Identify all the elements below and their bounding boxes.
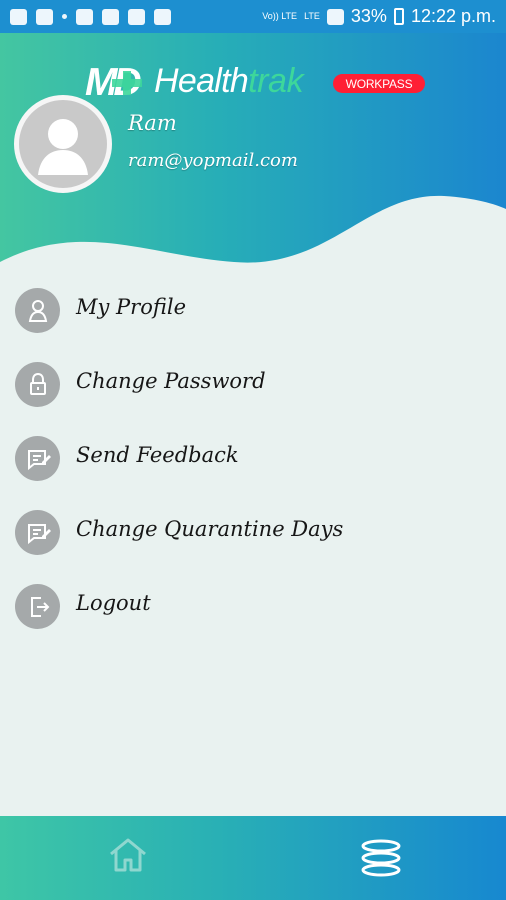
lock-icon (15, 362, 60, 407)
mail-icon (102, 8, 119, 25)
battery-icon (393, 8, 404, 25)
menu-icon (361, 839, 401, 877)
logo-trak: trak (248, 62, 304, 100)
menu-label-change-password: Change Password (76, 369, 266, 393)
profile-header: MD Health trak WORKPASS Ram ram@yopmail.… (0, 33, 506, 293)
app-logo: MD Health trak (84, 57, 304, 105)
menu-item-change-password[interactable]: Change Password (0, 349, 506, 423)
edit-calendar-icon (15, 510, 60, 555)
battery-level: 33% (350, 6, 387, 26)
whatsapp-icon (10, 8, 27, 25)
user-name: Ram (128, 111, 177, 135)
menu-item-send-feedback[interactable]: Send Feedback (0, 423, 506, 497)
status-bar: Vo)) LTE LTE 33% 12:22 p.m. (0, 0, 506, 33)
status-left-icons (10, 8, 171, 25)
user-icon (15, 288, 60, 333)
menu-label-logout: Logout (76, 591, 151, 615)
md-logo-icon: MD (85, 61, 145, 103)
home-icon (110, 838, 146, 872)
network-top: Vo)) LTE (262, 11, 298, 21)
menu-item-change-quarantine-days[interactable]: Change Quarantine Days (0, 497, 506, 571)
dot-icon (62, 14, 67, 19)
network-small: LTE (304, 11, 320, 21)
workpass-badge: WORKPASS (333, 74, 425, 93)
logout-icon (15, 584, 60, 629)
menu-label-my-profile: My Profile (76, 295, 187, 319)
status-right: Vo)) LTE LTE 33% 12:22 p.m. (262, 6, 496, 27)
sync-icon (154, 8, 171, 25)
android-icon (36, 8, 53, 25)
feedback-icon (15, 436, 60, 481)
person-icon (38, 119, 88, 175)
user-email: ram@yopmail.com (128, 150, 298, 171)
home-button[interactable] (107, 836, 149, 874)
menu-item-my-profile[interactable]: My Profile (0, 275, 506, 349)
drawer-menu: My Profile Change Password Send Feedback (0, 275, 506, 645)
logo-health: Health (154, 62, 249, 100)
bottom-navigation (0, 816, 506, 900)
edit-icon (76, 8, 93, 25)
menu-label-change-quarantine-days: Change Quarantine Days (76, 517, 344, 541)
menu-item-logout[interactable]: Logout (0, 571, 506, 645)
clock: 12:22 p.m. (410, 6, 496, 26)
signal-icon (326, 8, 344, 25)
menu-button[interactable] (359, 838, 403, 878)
warning-icon (128, 8, 145, 25)
menu-label-send-feedback: Send Feedback (76, 443, 239, 467)
